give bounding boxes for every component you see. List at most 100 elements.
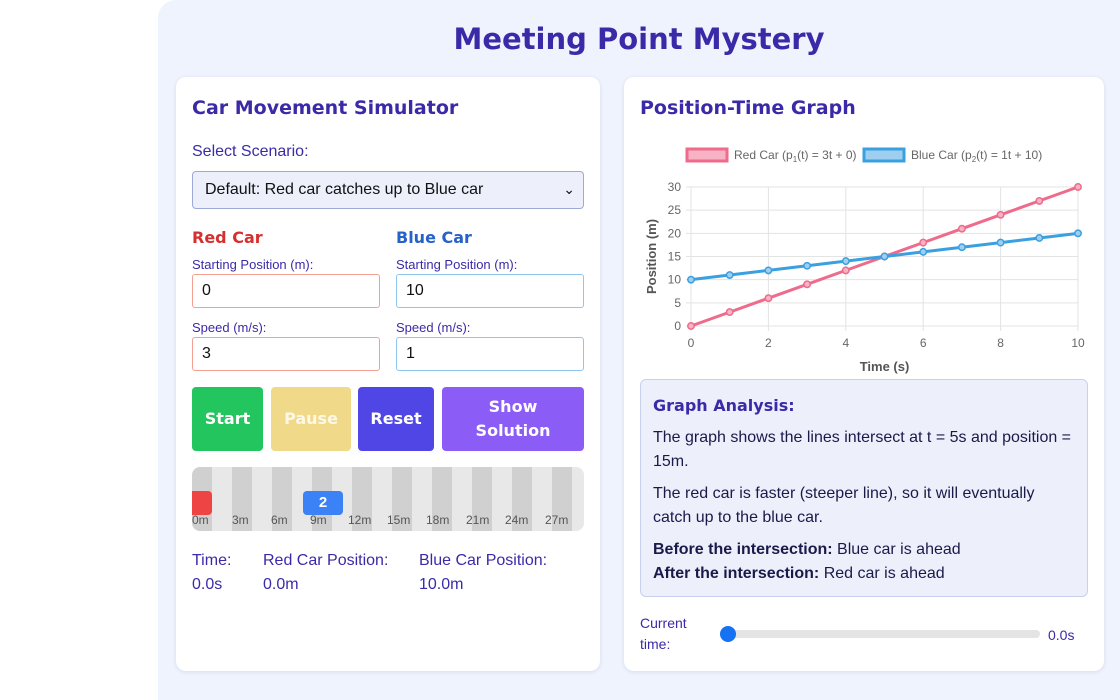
data-point	[957, 243, 966, 252]
blue-car-heading: Blue Car	[396, 228, 472, 247]
legend-label-1: Red Car (p1(t) = 3t + 0)	[734, 148, 857, 164]
red-car-marker	[192, 491, 212, 515]
blue-start-input[interactable]: 10	[396, 274, 584, 308]
red-position-value: 0.0m	[263, 576, 299, 593]
after-value: Red car is ahead	[819, 565, 945, 582]
red-position-stat: Red Car Position: 0.0m	[263, 549, 388, 597]
data-point	[687, 322, 695, 330]
scenario-value: Default: Red car catches up to Blue car	[205, 181, 484, 198]
x-tick-label: 8	[997, 336, 1004, 350]
data-point	[996, 238, 1005, 247]
data-point	[764, 294, 773, 303]
track-tick: 18m	[426, 513, 450, 527]
analysis-after: After the intersection: Red car is ahead	[653, 562, 1075, 586]
y-tick-label: 15	[668, 250, 682, 264]
reset-button[interactable]: Reset	[358, 387, 434, 451]
chevron-down-icon: ⌄	[563, 181, 575, 197]
data-point	[957, 224, 966, 233]
blue-speed-input[interactable]: 1	[396, 337, 584, 371]
scenario-label: Select Scenario:	[192, 143, 309, 160]
legend-swatch-1	[685, 147, 729, 163]
graph-heading: Position-Time Graph	[640, 97, 856, 119]
data-point	[919, 247, 928, 256]
data-point	[725, 308, 734, 317]
time-slider-thumb[interactable]	[720, 626, 736, 642]
page-title: Meeting Point Mystery	[453, 22, 825, 56]
x-tick-label: 4	[842, 336, 849, 350]
after-label: After the intersection:	[653, 565, 820, 582]
y-tick-label: 10	[668, 273, 682, 287]
current-time-label: Current time:	[640, 615, 687, 652]
x-tick-label: 2	[765, 336, 772, 350]
data-point	[841, 257, 850, 266]
analysis-heading: Graph Analysis:	[653, 396, 795, 415]
track-tick: 12m	[348, 513, 372, 527]
y-tick-label: 5	[674, 296, 681, 310]
data-point	[1035, 196, 1044, 205]
start-button[interactable]: Start	[192, 387, 263, 451]
data-point	[725, 271, 734, 279]
y-tick-label: 20	[668, 226, 682, 240]
legend-swatch-2	[862, 147, 906, 163]
graph-card: Position-Time Graph 0 2 4 6 8 10 0 5 10 15 20 25 30 T…	[624, 77, 1104, 671]
track-tick: 3m	[232, 513, 249, 527]
x-tick-label: 10	[1071, 336, 1085, 350]
legend-label-2: Blue Car (p2(t) = 1t + 10)	[911, 148, 1042, 164]
analysis-speed-text: The red car is faster (steeper line), so…	[653, 485, 1035, 526]
scenario-select[interactable]: Default: Red car catches up to Blue car …	[192, 171, 584, 209]
data-point	[687, 275, 695, 284]
track-tick: 21m	[466, 513, 490, 527]
simulator-heading: Car Movement Simulator	[192, 97, 459, 119]
red-speed-input[interactable]: 3	[192, 337, 380, 371]
blue-speed-label: Speed (m/s):	[396, 320, 471, 335]
blue-car-marker: 2	[303, 491, 343, 515]
y-tick-label: 25	[668, 203, 682, 217]
blue-position-value: 10.0m	[419, 576, 464, 593]
track-tick: 9m	[310, 513, 327, 527]
data-point	[803, 280, 812, 289]
analysis-before: Before the intersection: Blue car is ahe…	[653, 538, 1075, 562]
red-start-label: Starting Position (m):	[192, 257, 314, 272]
data-point	[1035, 234, 1044, 242]
red-speed-label: Speed (m/s):	[192, 320, 267, 335]
blue-position-stat: Blue Car Position: 10.0m	[419, 549, 547, 597]
position-time-chart: 0 2 4 6 8 10 0 5 10 15 20 25 30 Time (s) Position (m) R…	[644, 147, 1085, 374]
before-label: Before the intersection:	[653, 541, 833, 558]
time-label: Time:	[192, 552, 232, 569]
data-point	[996, 210, 1005, 219]
track-tick: 27m	[545, 513, 569, 527]
data-point	[880, 252, 889, 261]
blue-start-label: Starting Position (m):	[396, 257, 518, 272]
data-point	[1074, 229, 1082, 238]
y-tick-label: 0	[674, 319, 681, 333]
analysis-intersection-text: The graph shows the lines intersect at t…	[653, 429, 1072, 470]
y-axis-title: Position (m)	[644, 219, 659, 294]
x-tick-label: 6	[920, 336, 927, 350]
track-tick: 6m	[271, 513, 288, 527]
current-time-value: 0.0s	[1048, 627, 1075, 643]
before-value: Blue car is ahead	[832, 541, 961, 558]
red-car-heading: Red Car	[192, 228, 263, 247]
road-track: 2 0m 3m 6m 9m 12m 15m 18m 21m 24m 27m	[192, 467, 584, 531]
blue-position-label: Blue Car Position:	[419, 552, 548, 569]
track-tick: 15m	[387, 513, 411, 527]
time-value: 0.0s	[192, 576, 223, 593]
track-tick: 24m	[505, 513, 529, 527]
y-tick-label: 30	[668, 180, 682, 194]
show-solution-button[interactable]: Show Solution	[442, 387, 584, 451]
red-start-input[interactable]: 0	[192, 274, 380, 308]
data-point	[919, 238, 928, 247]
data-point	[841, 266, 850, 275]
time-stat: Time: 0.0s	[192, 549, 231, 597]
pause-button[interactable]: Pause	[271, 387, 351, 451]
graph-analysis-panel: Graph Analysis: The graph shows the line…	[640, 379, 1088, 597]
red-position-label: Red Car Position:	[263, 552, 389, 569]
data-point	[803, 261, 812, 270]
simulator-card: Car Movement Simulator Select Scenario: …	[176, 77, 600, 671]
x-axis-title: Time (s)	[860, 359, 910, 374]
data-point	[764, 266, 773, 275]
track-tick: 0m	[192, 513, 209, 527]
data-point	[1074, 183, 1082, 191]
x-tick-label: 0	[688, 336, 695, 350]
time-slider-track[interactable]	[728, 630, 1040, 638]
